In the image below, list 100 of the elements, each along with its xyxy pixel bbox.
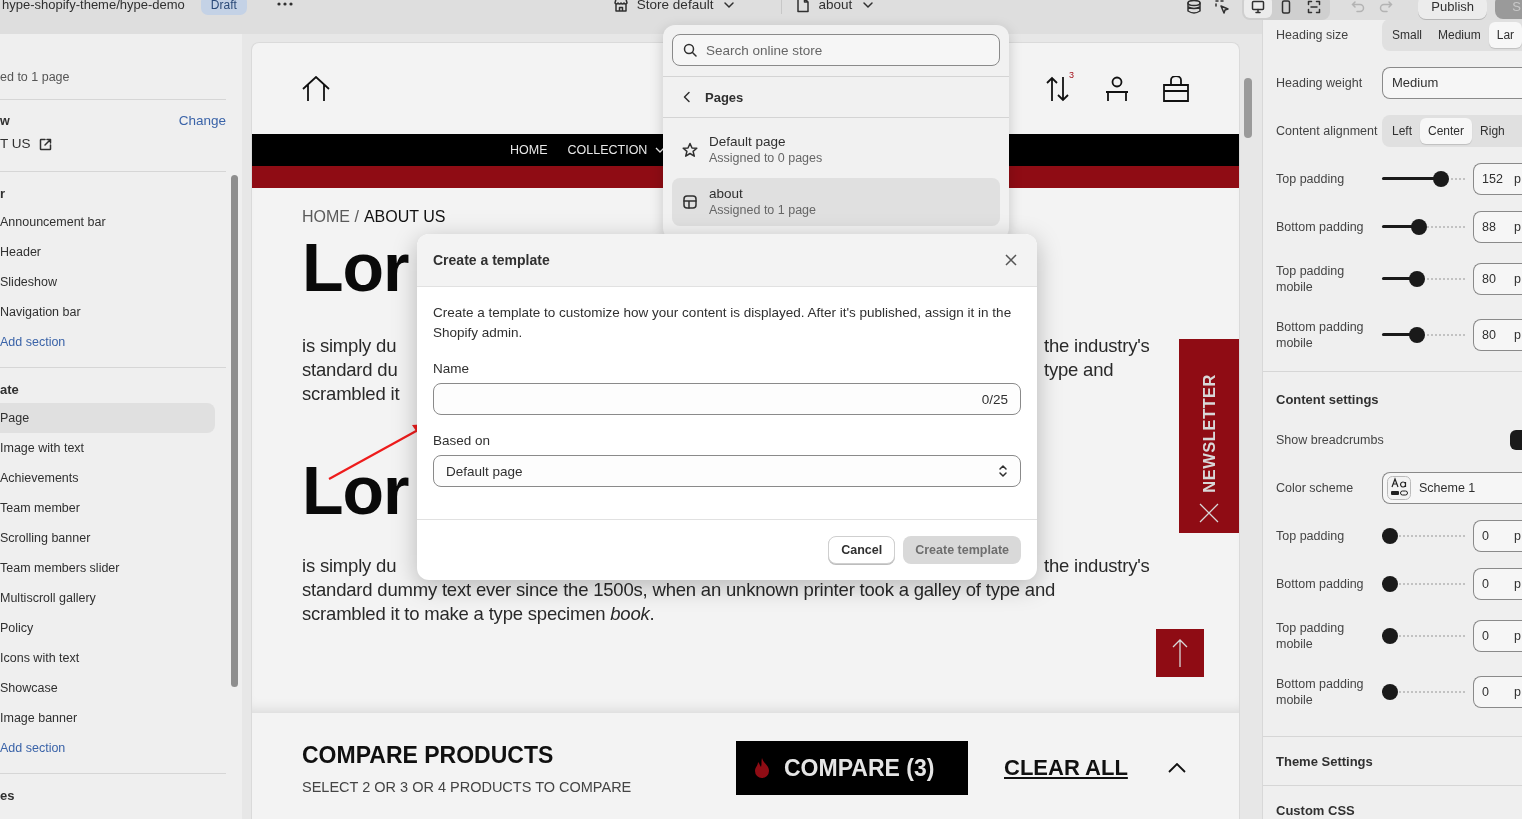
number-field[interactable]: 0 p xyxy=(1473,676,1522,708)
setting-label: Top padding xyxy=(1276,171,1346,188)
section-item[interactable]: Team member xyxy=(0,493,215,523)
user-icon[interactable] xyxy=(1105,75,1129,102)
section-item[interactable]: Slideshow xyxy=(0,267,215,297)
search-input[interactable]: Search online store xyxy=(704,41,999,59)
add-section-link[interactable]: Add section xyxy=(0,327,215,357)
publish-button[interactable]: Publish xyxy=(1418,0,1487,19)
based-on-select[interactable]: Default page xyxy=(433,455,1021,487)
newsletter-tab[interactable]: NEWSLETTER xyxy=(1179,339,1239,533)
character-counter: 0/25 xyxy=(981,391,1008,407)
nav-link[interactable]: COLLECTION xyxy=(567,143,648,157)
section-item[interactable]: Team members slider xyxy=(0,553,215,583)
store-selector[interactable]: Store default xyxy=(612,0,738,16)
slider-thumb[interactable] xyxy=(1382,684,1398,700)
search-field[interactable]: Search online store xyxy=(672,34,1000,66)
breadcrumb-link[interactable]: HOME / xyxy=(302,208,359,226)
number-field[interactable]: 0 p xyxy=(1473,520,1522,552)
number-field[interactable]: 152 p xyxy=(1473,163,1522,195)
nav-link[interactable]: HOME xyxy=(510,143,548,157)
setting-label: Bottom padding mobile xyxy=(1276,319,1365,352)
file-icon xyxy=(796,0,811,13)
template-assignment-text: ed to 1 page xyxy=(0,70,70,84)
slider-track[interactable] xyxy=(1382,327,1465,343)
add-section-link[interactable]: Add section xyxy=(0,733,215,763)
slider-thumb[interactable] xyxy=(1382,628,1398,644)
number-field[interactable]: 0 p xyxy=(1473,620,1522,652)
accordion-header[interactable]: Theme Settings xyxy=(1263,737,1522,786)
dialog-title: Create a template xyxy=(433,252,550,268)
accordion-header[interactable]: Custom CSS xyxy=(1263,786,1522,819)
section-item[interactable]: Policy xyxy=(0,613,215,643)
segment-option[interactable]: Left xyxy=(1384,118,1420,144)
compare-button[interactable]: COMPARE (3) xyxy=(736,741,968,795)
page-selector[interactable]: about xyxy=(796,0,877,16)
number-field[interactable]: 80 p xyxy=(1473,263,1522,295)
section-item[interactable]: Page xyxy=(0,403,215,433)
theme-name: hype-shopify-theme/hype-demo xyxy=(1,0,185,14)
section-item[interactable]: Icons with text xyxy=(0,643,215,673)
body-text: scrambled it xyxy=(302,382,400,406)
body-text: standard dummy text ever since the 1500s, when an unknown printer took a galley of type and xyxy=(302,578,1056,602)
slider-thumb[interactable] xyxy=(1382,528,1398,544)
segment-option[interactable]: Lar xyxy=(1488,22,1522,48)
slider-thumb[interactable] xyxy=(1408,327,1425,343)
section-item[interactable]: Announcement bar xyxy=(0,207,215,237)
slider-track[interactable] xyxy=(1382,576,1465,592)
breadcrumb-current: ABOUT US xyxy=(363,208,446,226)
name-field[interactable]: 0/25 xyxy=(433,383,1021,415)
setting-label: Top padding mobile xyxy=(1276,620,1346,653)
segment-option[interactable]: Center xyxy=(1420,118,1473,144)
toggle-switch[interactable] xyxy=(1510,430,1522,450)
clear-all-link[interactable]: CLEAR ALL xyxy=(1004,755,1128,781)
segment-option[interactable]: Medium xyxy=(1430,22,1489,48)
shopping-bag-icon[interactable] xyxy=(1163,75,1189,102)
slider-track[interactable] xyxy=(1382,171,1465,187)
desktop-icon[interactable] xyxy=(1244,0,1273,18)
section-item[interactable]: Image with text xyxy=(0,433,215,463)
change-link[interactable]: Change xyxy=(178,111,226,131)
section-item[interactable]: Navigation bar xyxy=(0,297,215,327)
section-item[interactable]: Showcase xyxy=(0,673,215,703)
home-icon[interactable] xyxy=(302,75,330,102)
slider-track[interactable] xyxy=(1382,528,1465,544)
section-item[interactable]: Header xyxy=(0,237,215,267)
back-chevron-icon[interactable] xyxy=(682,91,692,103)
slider-thumb[interactable] xyxy=(1382,576,1398,592)
section-item[interactable]: Multiscroll gallery xyxy=(0,583,215,613)
external-link-icon[interactable] xyxy=(38,137,52,151)
template-option[interactable]: Default page Assigned to 0 pages xyxy=(672,126,1000,174)
slider-track[interactable] xyxy=(1382,628,1465,644)
sort-arrows-icon[interactable] xyxy=(1045,75,1071,102)
body-text: is simply du xyxy=(302,334,397,358)
back-to-top-button[interactable] xyxy=(1156,629,1204,677)
slider-track[interactable] xyxy=(1382,219,1465,235)
number-field[interactable]: 80 p xyxy=(1473,319,1522,351)
segment-option[interactable]: Small xyxy=(1384,22,1430,48)
setting-label: Heading size xyxy=(1276,27,1350,44)
section-item[interactable]: Scrolling banner xyxy=(0,523,215,553)
section-item[interactable]: Achievements xyxy=(0,463,215,493)
section-item[interactable]: Image banner xyxy=(0,703,215,733)
setting-label: Color scheme xyxy=(1276,480,1355,497)
setting-label: Heading weight xyxy=(1276,75,1364,92)
cancel-button[interactable]: Cancel xyxy=(828,536,896,564)
slider-thumb[interactable] xyxy=(1408,271,1425,287)
color-scheme-picker[interactable]: Scheme 1 xyxy=(1382,472,1522,504)
number-field[interactable]: 88 p xyxy=(1473,211,1522,243)
select-field[interactable]: Medium xyxy=(1382,67,1522,99)
slider-track[interactable] xyxy=(1382,271,1465,287)
slider-thumb[interactable] xyxy=(1432,171,1449,187)
setting-label: Bottom padding mobile xyxy=(1276,676,1365,709)
scrollbar[interactable] xyxy=(1244,78,1252,138)
group-title: r xyxy=(0,185,7,203)
segment-option[interactable]: Righ xyxy=(1472,118,1513,144)
number-field[interactable]: 0 p xyxy=(1473,568,1522,600)
setting-label: Content alignment xyxy=(1276,123,1379,140)
scrollbar[interactable] xyxy=(231,175,238,687)
chevron-up-icon[interactable] xyxy=(1167,763,1186,773)
slider-track[interactable] xyxy=(1382,684,1465,700)
slider-thumb[interactable] xyxy=(1410,219,1427,235)
template-option[interactable]: about Assigned to 1 page xyxy=(672,178,1000,226)
scheme-swatch-icon xyxy=(1387,476,1411,500)
select-arrows-icon xyxy=(998,464,1008,478)
